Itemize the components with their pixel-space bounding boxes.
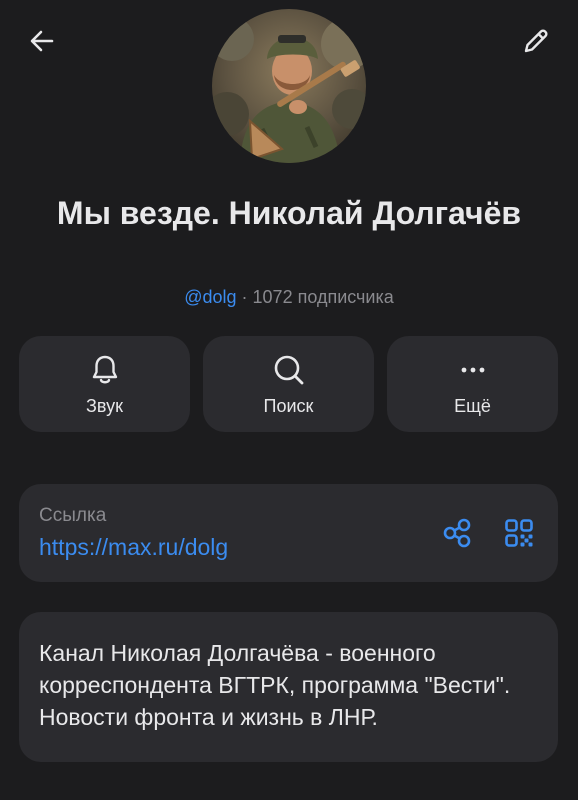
link-card: Ссылка https://max.ru/dolg — [19, 484, 558, 582]
meta-separator: · — [236, 287, 253, 307]
share-button[interactable] — [438, 514, 476, 552]
bell-icon — [92, 355, 117, 384]
share-icon — [443, 518, 471, 548]
sound-button[interactable]: Звук — [19, 336, 190, 432]
search-label: Поиск — [263, 396, 314, 416]
search-button[interactable]: Поиск — [203, 336, 374, 432]
qr-code-icon — [505, 519, 533, 547]
search-icon — [274, 355, 303, 385]
description-card: Канал Николая Долгачёва - военного корре… — [19, 612, 558, 762]
channel-title: Мы везде. Николай Долгачёв — [56, 195, 522, 231]
channel-handle[interactable]: @dolg — [184, 287, 236, 307]
qr-code-button[interactable] — [500, 514, 538, 552]
more-dots-icon — [461, 367, 484, 373]
action-row: Звук Поиск Ещё — [19, 336, 558, 432]
link-caption: Ссылка — [39, 505, 107, 526]
arrow-left-icon — [30, 30, 54, 52]
sound-label: Звук — [86, 396, 123, 416]
subscriber-count: 1072 подписчика — [252, 287, 394, 307]
edit-button[interactable] — [512, 17, 560, 65]
channel-description: Канал Николая Долгачёва - военного корре… — [39, 640, 511, 730]
channel-link[interactable]: https://max.ru/dolg — [39, 534, 228, 561]
pencil-icon — [524, 29, 548, 53]
avatar-photo — [212, 9, 366, 163]
channel-avatar[interactable] — [212, 9, 366, 163]
back-button[interactable] — [18, 17, 66, 65]
more-label: Ещё — [454, 396, 491, 416]
channel-meta: @dolg · 1072 подписчика — [0, 286, 578, 308]
more-button[interactable]: Ещё — [387, 336, 558, 432]
